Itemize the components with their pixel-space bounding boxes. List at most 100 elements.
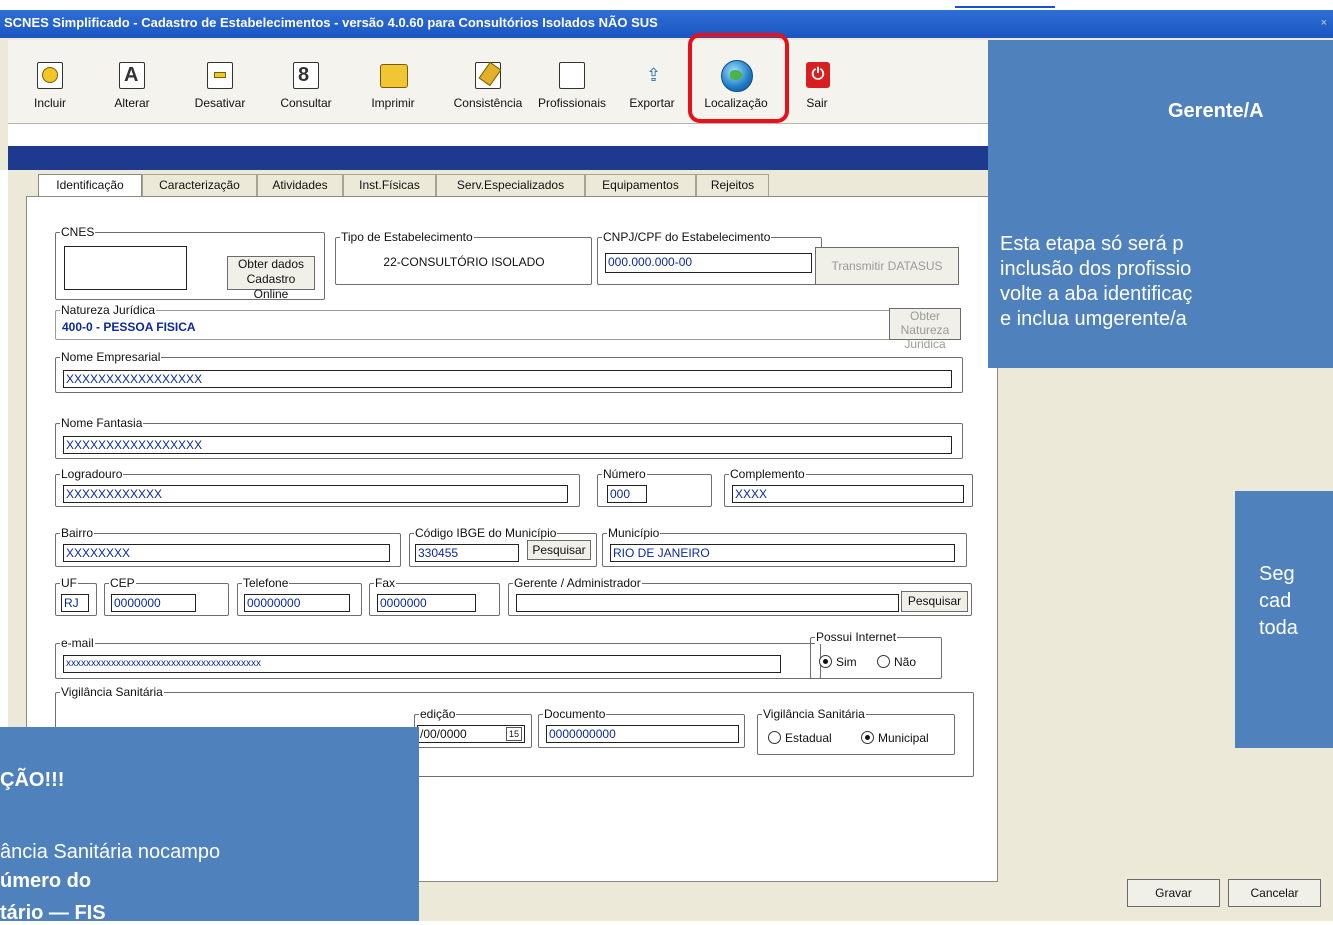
edit-icon: A xyxy=(117,60,147,90)
group-nome-empresarial: Nome Empresarial XXXXXXXXXXXXXXXXX xyxy=(55,350,963,393)
group-ibge: Código IBGE do Município 330455 Pesquisa… xyxy=(409,526,597,567)
municipio-label: Município xyxy=(607,526,661,540)
tab-equipamentos[interactable]: Equipamentos xyxy=(585,174,696,196)
toolbar-button-sair[interactable]: ⏻ Sair xyxy=(802,60,832,122)
internet-label: Possui Internet xyxy=(815,630,898,644)
complemento-label: Complemento xyxy=(729,467,806,481)
tipo-label: Tipo de Estabelecimento xyxy=(340,230,474,244)
toolbar-button-consultar[interactable]: 8 Consultar xyxy=(276,60,336,122)
documento-label: Documento xyxy=(543,707,607,721)
fax-label: Fax xyxy=(374,576,397,590)
group-nome-fantasia: Nome Fantasia XXXXXXXXXXXXXXXXX xyxy=(55,416,963,459)
callout-right: Seg cad toda xyxy=(1235,491,1333,748)
natureza-label: Natureza Jurídica xyxy=(60,303,157,317)
toolbar-label: Incluir xyxy=(33,96,66,110)
callout-atencao-line2: úmero do xyxy=(0,870,92,892)
export-icon: ⇪ xyxy=(646,65,662,85)
toolbar-button-desativar[interactable]: Desativar xyxy=(190,60,250,122)
cnes-input[interactable] xyxy=(64,246,187,290)
documento-input[interactable]: 0000000000 xyxy=(546,725,739,743)
vig-estadual-radio[interactable]: Estadual xyxy=(768,731,832,745)
group-fax: Fax 0000000 xyxy=(369,576,500,616)
toolbar-button-imprimir[interactable]: Imprimir xyxy=(368,60,418,122)
group-vig-tipo: Vigilância Sanitária Estadual Municipal xyxy=(757,707,955,755)
toolbar-button-profissionais[interactable]: Profissionais xyxy=(532,60,612,122)
toolbar-label: Sair xyxy=(806,96,828,110)
gravar-button[interactable]: Gravar xyxy=(1127,879,1220,907)
group-cnpj: CNPJ/CPF do Estabelecimento 000.000.000-… xyxy=(597,230,822,285)
deactivate-icon xyxy=(205,60,235,90)
numero-input[interactable]: 000 xyxy=(607,485,647,503)
nome-empresarial-input[interactable]: XXXXXXXXXXXXXXXXX xyxy=(63,370,952,388)
logradouro-input[interactable]: XXXXXXXXXXXX xyxy=(63,485,568,503)
email-label: e-mail xyxy=(60,636,95,650)
uf-label: UF xyxy=(60,576,78,590)
toolbar-label: Exportar xyxy=(629,96,675,110)
vig-municipal-radio[interactable]: Municipal xyxy=(861,731,929,745)
gerente-input[interactable] xyxy=(516,594,899,612)
group-telefone: Telefone 00000000 xyxy=(237,576,362,616)
cnpj-input[interactable]: 000.000.000-00 xyxy=(605,253,812,273)
tab-rejeitos[interactable]: Rejeitos xyxy=(696,174,769,196)
complemento-input[interactable]: XXXX xyxy=(732,485,964,503)
email-input[interactable]: xxxxxxxxxxxxxxxxxxxxxxxxxxxxxxxxxxxxxxx xyxy=(63,655,781,673)
fax-input[interactable]: 0000000 xyxy=(377,594,476,612)
title-bar: SCNES Simplificado - Cadastro de Estabel… xyxy=(0,10,1333,38)
cep-input[interactable]: 0000000 xyxy=(111,594,196,612)
group-natureza: Natureza Jurídica 400-0 - PESSOA FISICA xyxy=(55,303,960,340)
gerente-label: Gerente / Administrador xyxy=(513,576,642,590)
tab-inst-fisicas[interactable]: Inst.Físicas xyxy=(343,174,436,196)
internet-nao-radio[interactable]: Não xyxy=(877,655,916,669)
tab-caracterizacao[interactable]: Caracterização xyxy=(142,174,257,196)
logradouro-label: Logradouro xyxy=(60,467,124,481)
gerente-search-button[interactable]: Pesquisar xyxy=(901,591,968,612)
callout-gerente: Gerente/A Esta etapa só será p inclusão … xyxy=(988,40,1333,368)
calendar-icon[interactable]: 15 xyxy=(505,727,522,741)
group-email: e-mail xxxxxxxxxxxxxxxxxxxxxxxxxxxxxxxxx… xyxy=(55,636,821,679)
numero-label: Número xyxy=(602,467,647,481)
nome-fantasia-label: Nome Fantasia xyxy=(60,416,144,430)
obter-cadastro-button[interactable]: Obter dados Cadastro Online xyxy=(227,256,315,301)
cnes-label: CNES xyxy=(60,225,96,239)
tab-atividades[interactable]: Atividades xyxy=(257,174,343,196)
ibge-search-button[interactable]: Pesquisar xyxy=(527,540,591,560)
tipo-value: 22-CONSULTÓRIO ISOLADO xyxy=(343,250,583,274)
toolbar-button-consistencia[interactable]: Consistência xyxy=(448,60,528,122)
window-title: SCNES Simplificado - Cadastro de Estabel… xyxy=(4,15,658,30)
cancelar-button[interactable]: Cancelar xyxy=(1228,879,1321,907)
group-cep: CEP 0000000 xyxy=(104,576,229,616)
localizacao-highlight xyxy=(688,33,789,123)
toolbar-button-exportar[interactable]: ⇪ Exportar xyxy=(622,60,682,122)
bairro-input[interactable]: XXXXXXXX xyxy=(63,544,390,562)
radio-selected-icon xyxy=(819,655,832,668)
tab-identificacao[interactable]: Identificação xyxy=(38,174,142,197)
bairro-label: Bairro xyxy=(60,526,95,540)
radio-selected-icon xyxy=(861,731,874,744)
group-data-expedicao: edição /00/0000 15 xyxy=(414,707,532,748)
ibge-label: Código IBGE do Município xyxy=(414,526,558,540)
group-complemento: Complemento XXXX xyxy=(724,467,973,507)
toolbar-button-incluir[interactable]: Incluir xyxy=(30,60,70,122)
uf-input[interactable]: RJ xyxy=(61,594,89,612)
toolbar-label: Consultar xyxy=(280,96,332,110)
toolbar-label: Consistência xyxy=(453,96,523,110)
close-icon[interactable]: × xyxy=(1321,10,1327,36)
ibge-input[interactable]: 330455 xyxy=(415,544,519,562)
municipio-input[interactable]: RIO DE JANEIRO xyxy=(610,544,955,562)
toolbar-button-alterar[interactable]: A Alterar xyxy=(112,60,152,122)
obter-natureza-button[interactable]: Obter Natureza Juridica xyxy=(889,308,961,351)
toolbar-label: Alterar xyxy=(114,96,150,110)
printer-icon xyxy=(378,60,408,90)
data-expedicao-input[interactable]: /00/0000 15 xyxy=(417,725,525,743)
top-strip xyxy=(0,0,1333,10)
transmitir-datasus-button[interactable]: Transmitir DATASUS xyxy=(815,247,959,285)
group-documento: Documento 0000000000 xyxy=(538,707,745,748)
toolbar-label: Imprimir xyxy=(371,96,415,110)
exit-icon: ⏻ xyxy=(802,60,832,90)
nome-fantasia-input[interactable]: XXXXXXXXXXXXXXXXX xyxy=(63,436,952,454)
internet-sim-radio[interactable]: Sim xyxy=(819,655,857,669)
natureza-value: 400-0 - PESSOA FISICA xyxy=(60,319,840,337)
callout-right-text: Seg cad toda xyxy=(1259,563,1298,639)
tab-serv-especializados[interactable]: Serv.Especializados xyxy=(436,174,585,196)
telefone-input[interactable]: 00000000 xyxy=(244,594,350,612)
